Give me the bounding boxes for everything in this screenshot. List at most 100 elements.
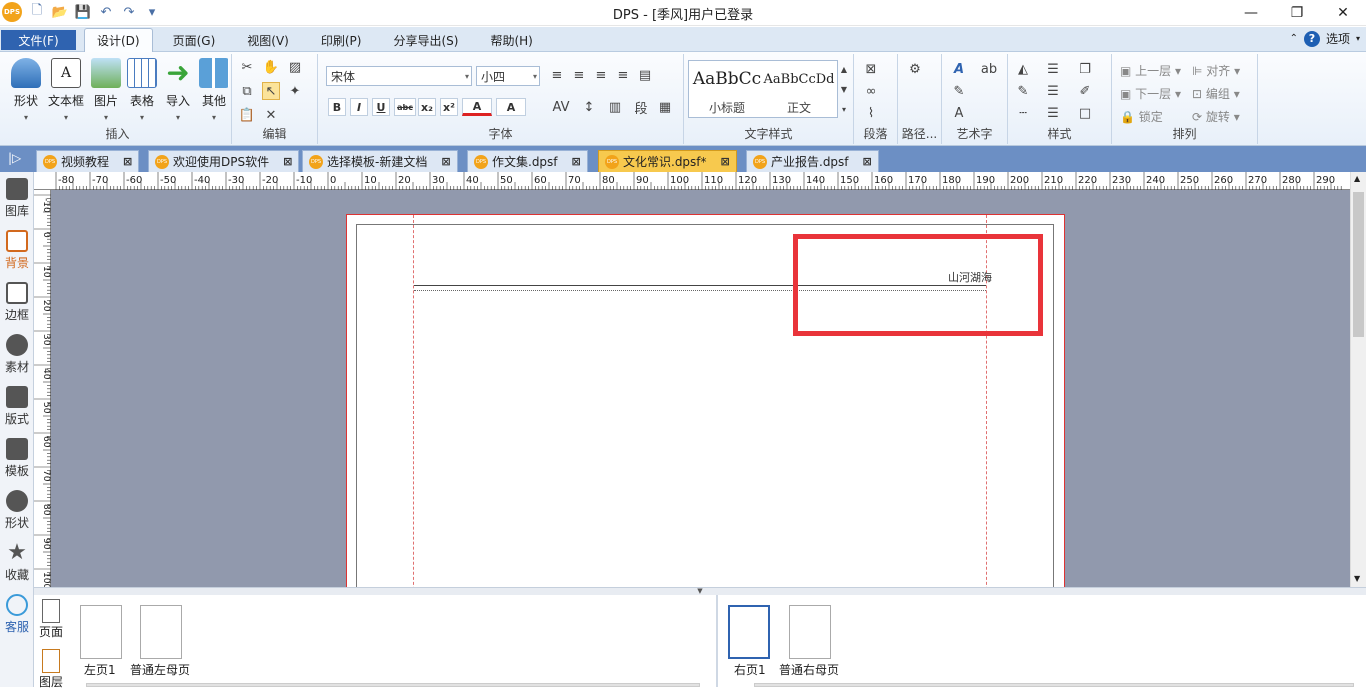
textbox-button[interactable]: A 文本框 ▾ xyxy=(46,58,86,123)
format-picture-icon[interactable]: ▨ xyxy=(286,58,304,76)
link-icon[interactable]: ∞ xyxy=(862,82,880,100)
import-button[interactable]: ➜ 导入 ▾ xyxy=(160,58,196,123)
panel-toggle-icon[interactable]: |▷ xyxy=(8,151,21,165)
customer-service-tool[interactable]: 客服 xyxy=(0,594,34,635)
bring-forward-button[interactable]: ▣ 上一层 ▾ xyxy=(1120,62,1181,79)
align-right-icon[interactable]: ≡ xyxy=(592,66,610,84)
character-spacing-icon[interactable]: AV xyxy=(548,98,574,116)
vertical-scrollbar[interactable]: ▲ ▼ xyxy=(1350,172,1366,587)
scroll-down-icon[interactable]: ▼ xyxy=(838,80,850,98)
font-name-select[interactable]: 宋体 ▾ xyxy=(326,66,472,86)
path-settings-icon[interactable]: ⚙ xyxy=(906,60,924,78)
art-text-shape-icon[interactable]: A xyxy=(950,104,968,122)
doc-tab[interactable]: DPS 欢迎使用DPS软件 ⊠ xyxy=(148,150,300,172)
vertical-text-icon[interactable]: ab xyxy=(980,60,998,78)
fill-color-icon[interactable]: ◭ xyxy=(1014,60,1032,78)
tab-print[interactable]: 印刷(P) xyxy=(309,28,374,52)
doc-tab[interactable]: DPS 选择模板-新建文档 ⊠ xyxy=(302,150,458,172)
copy-icon[interactable]: ⧉ xyxy=(238,82,256,100)
style-sample-subtitle[interactable]: AaBbCc xyxy=(691,69,763,89)
material-tool[interactable]: 素材 xyxy=(0,334,34,375)
columns-icon[interactable]: ▥ xyxy=(604,98,626,116)
pages-tool[interactable]: 页面 xyxy=(36,599,66,640)
shape-button[interactable]: 形状 ▾ xyxy=(8,58,44,123)
chevron-down-icon[interactable]: ▾ xyxy=(1356,34,1360,43)
options-button[interactable]: 选项 xyxy=(1326,30,1350,47)
line-color-icon[interactable]: ✎ xyxy=(1014,82,1032,100)
background-tool[interactable]: 背景 xyxy=(0,230,34,271)
restore-button[interactable]: ❐ xyxy=(1274,0,1320,26)
delete-icon[interactable]: ✕ xyxy=(262,106,280,124)
wrap-text-icon[interactable]: ⊠ xyxy=(862,60,880,78)
close-tab-icon[interactable]: ⊠ xyxy=(863,155,872,168)
line-style-icon[interactable]: ☰ xyxy=(1044,60,1062,78)
transparency-icon[interactable]: □ xyxy=(1076,104,1094,122)
panel-splitter[interactable]: ▼ xyxy=(34,587,1366,595)
chevron-down-icon[interactable]: ▼ xyxy=(697,587,702,595)
minimize-button[interactable]: — xyxy=(1228,0,1274,26)
underline-button[interactable]: U xyxy=(372,98,390,116)
line-spacing-icon[interactable]: ↕ xyxy=(578,98,600,116)
close-button[interactable]: ✕ xyxy=(1320,0,1366,26)
paste-icon[interactable]: 📋 xyxy=(238,106,256,124)
tab-design[interactable]: 设计(D) xyxy=(84,28,153,52)
style-sample-body[interactable]: AaBbCcDd xyxy=(763,72,835,87)
help-icon[interactable]: ? xyxy=(1303,30,1320,47)
expand-gallery-icon[interactable]: ▾ xyxy=(838,100,850,118)
doc-tab[interactable]: DPS 视频教程 ⊠ xyxy=(36,150,140,172)
format-painter-icon[interactable]: ✐ xyxy=(1076,82,1094,100)
rotate-button[interactable]: ⟳ 旋转 ▾ xyxy=(1192,108,1240,125)
page-thumbnail[interactable] xyxy=(140,605,182,659)
doc-tab-active[interactable]: DPS 文化常识.dpsf* ⊠ xyxy=(598,150,737,172)
favorites-tool[interactable]: ★ 收藏 xyxy=(0,542,34,583)
document-canvas[interactable]: 山河湖海 xyxy=(51,190,1350,587)
art-text-icon[interactable]: A xyxy=(950,60,968,78)
style-name-body[interactable]: 正文 xyxy=(763,99,835,116)
unlink-icon[interactable]: ⌇ xyxy=(862,104,880,122)
tab-help[interactable]: 帮助(H) xyxy=(478,28,544,52)
font-color-button[interactable]: A xyxy=(462,98,492,116)
dash-style-icon[interactable]: ┄ xyxy=(1014,104,1032,122)
close-tab-icon[interactable]: ⊠ xyxy=(572,155,581,168)
art-text-edit-icon[interactable]: ✎ xyxy=(950,82,968,100)
style-name-subtitle[interactable]: 小标题 xyxy=(691,99,763,116)
doc-tab[interactable]: DPS 产业报告.dpsf ⊠ xyxy=(746,150,879,172)
table-button[interactable]: 表格 ▾ xyxy=(124,58,160,123)
lock-button[interactable]: 🔒 锁定 xyxy=(1120,108,1163,125)
italic-button[interactable]: I xyxy=(350,98,368,116)
tab-share-export[interactable]: 分享导出(S) xyxy=(381,28,470,52)
doc-tab[interactable]: DPS 作文集.dpsf ⊠ xyxy=(467,150,588,172)
shadow-icon[interactable]: ❐ xyxy=(1076,60,1094,78)
left-horizontal-scrollbar[interactable] xyxy=(86,683,700,687)
layers-tool[interactable]: 图层 xyxy=(36,649,66,690)
align-button[interactable]: ⊫ 对齐 ▾ xyxy=(1192,62,1240,79)
align-center-icon[interactable]: ≡ xyxy=(570,66,588,84)
arrow-style-icon[interactable]: ☰ xyxy=(1044,104,1062,122)
other-button[interactable]: 其他 ▾ xyxy=(196,58,232,123)
shape-tool[interactable]: 形状 xyxy=(0,490,34,531)
select-pointer-icon[interactable]: ↖ xyxy=(262,82,280,100)
bold-button[interactable]: B xyxy=(328,98,346,116)
font-size-select[interactable]: 小四 ▾ xyxy=(476,66,540,86)
paragraph-icon[interactable]: 段 xyxy=(632,98,650,117)
scroll-up-arrow-icon[interactable]: ▲ xyxy=(1354,174,1360,183)
page-thumbnail-selected[interactable] xyxy=(728,605,770,659)
justify-icon[interactable]: ≡ xyxy=(614,66,632,84)
page-thumbnail[interactable] xyxy=(80,605,122,659)
layout-tool[interactable]: 版式 xyxy=(0,386,34,427)
subscript-button[interactable]: x₂ xyxy=(418,98,436,116)
superscript-button[interactable]: x² xyxy=(440,98,458,116)
file-menu-button[interactable]: 文件(F) xyxy=(1,30,76,50)
tab-view[interactable]: 视图(V) xyxy=(235,28,301,52)
close-tab-icon[interactable]: ⊠ xyxy=(441,155,450,168)
cut-icon[interactable]: ✂ xyxy=(238,58,256,76)
image-button[interactable]: 图片 ▾ xyxy=(88,58,124,123)
close-tab-icon[interactable]: ⊠ xyxy=(123,155,132,168)
scroll-up-icon[interactable]: ▲ xyxy=(838,60,850,78)
collapse-ribbon-icon[interactable]: ⌃ xyxy=(1290,33,1298,44)
group-button[interactable]: ⊡ 编组 ▾ xyxy=(1192,85,1240,102)
tab-page[interactable]: 页面(G) xyxy=(161,28,228,52)
align-left-icon[interactable]: ≡ xyxy=(548,66,566,84)
page-thumbnail[interactable] xyxy=(789,605,831,659)
right-horizontal-scrollbar[interactable] xyxy=(754,683,1354,687)
